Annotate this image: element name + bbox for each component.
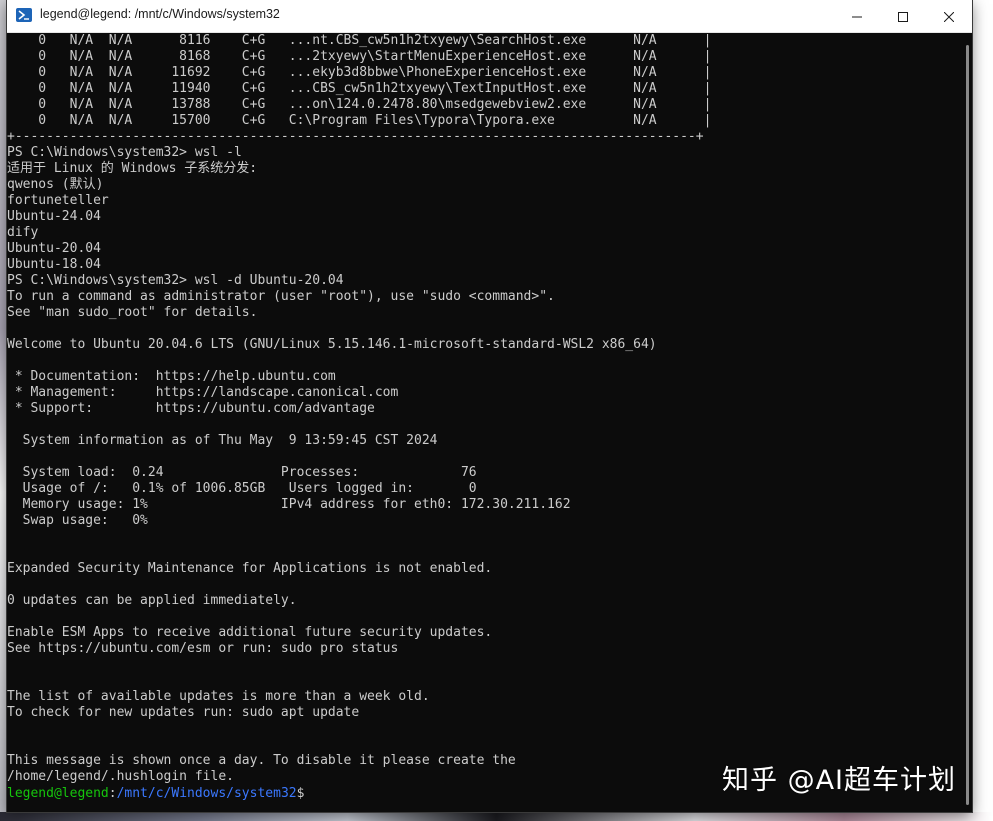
terminal-line: fortuneteller: [7, 193, 109, 208]
terminal-line: System information as of Thu May 9 13:59…: [7, 433, 438, 448]
terminal-line: * Management: https://landscape.canonica…: [7, 385, 399, 400]
terminal-line: qwenos (默认): [7, 177, 104, 192]
terminal-line: 0 N/A N/A 8116 C+G ...nt.CBS_cw5n1h2txye…: [7, 33, 712, 48]
terminal-line: 0 N/A N/A 11692 C+G ...ekyb3d8bbwe\Phone…: [7, 65, 712, 80]
terminal-line: PS C:\Windows\system32> wsl -d Ubuntu-20…: [7, 273, 344, 288]
prompt-user-host: legend@legend: [7, 786, 109, 801]
terminal-output[interactable]: 0 N/A N/A 8116 C+G ...nt.CBS_cw5n1h2txye…: [7, 33, 957, 812]
terminal-line: System load: 0.24 Processes: 76: [7, 465, 477, 480]
desktop-background-bottom: [0, 812, 993, 821]
scrollbar[interactable]: [962, 33, 972, 812]
terminal-line: To check for new updates run: sudo apt u…: [7, 705, 360, 720]
terminal-line: * Support: https://ubuntu.com/advantage: [7, 401, 375, 416]
prompt-separator: :: [108, 786, 117, 801]
minimize-button[interactable]: [834, 0, 880, 32]
terminal-line: PS C:\Windows\system32> wsl -l: [7, 145, 242, 160]
terminal-line: 0 N/A N/A 8168 C+G ...2txyewy\StartMenuE…: [7, 49, 712, 64]
window-title: legend@legend: /mnt/c/Windows/system32: [40, 7, 280, 21]
terminal-line: dify: [7, 225, 39, 240]
powershell-icon: [16, 8, 32, 22]
terminal-line: Enable ESM Apps to receive additional fu…: [7, 625, 493, 640]
close-icon: [943, 7, 955, 26]
terminal-line: 0 N/A N/A 15700 C+G C:\Program Files\Typ…: [7, 113, 712, 128]
terminal-line: This message is shown once a day. To dis…: [7, 753, 516, 768]
prompt-path: /mnt/c/Windows/system32: [116, 786, 297, 801]
maximize-icon: [898, 7, 908, 26]
background-window-right: [971, 0, 993, 821]
terminal-line: The list of available updates is more th…: [7, 689, 430, 704]
close-button[interactable]: [926, 0, 972, 32]
terminal-line: * Documentation: https://help.ubuntu.com: [7, 369, 336, 384]
terminal-window: legend@legend: /mnt/c/Windows/system32 0…: [7, 0, 972, 812]
terminal-line: 0 N/A N/A 13788 C+G ...on\124.0.2478.80\…: [7, 97, 712, 112]
terminal-line: /home/legend/.hushlogin file.: [7, 769, 234, 784]
terminal-line: Usage of /: 0.1% of 1006.85GB Users logg…: [7, 481, 477, 496]
terminal-line: +---------------------------------------…: [7, 129, 704, 144]
terminal-line: 适用于 Linux 的 Windows 子系统分发:: [7, 161, 258, 176]
terminal-line: See https://ubuntu.com/esm or run: sudo …: [7, 641, 399, 656]
terminal-line: 0 updates can be applied immediately.: [7, 593, 297, 608]
terminal-line: Ubuntu-24.04: [7, 209, 101, 224]
prompt-symbol: $: [296, 786, 305, 801]
terminal-line: See "man sudo_root" for details.: [7, 305, 258, 320]
terminal-line: Expanded Security Maintenance for Applic…: [7, 561, 493, 576]
maximize-button[interactable]: [880, 0, 926, 32]
terminal-line: Welcome to Ubuntu 20.04.6 LTS (GNU/Linux…: [7, 337, 657, 352]
title-bar[interactable]: legend@legend: /mnt/c/Windows/system32: [7, 0, 972, 33]
shell-prompt: legend@legend:/mnt/c/Windows/system32$: [7, 785, 312, 801]
scrollbar-thumb[interactable]: [966, 45, 969, 805]
terminal-line: Ubuntu-20.04: [7, 241, 101, 256]
terminal-line: To run a command as administrator (user …: [7, 289, 555, 304]
terminal-line: 0 N/A N/A 11940 C+G ...CBS_cw5n1h2txyewy…: [7, 81, 712, 96]
terminal-line: Memory usage: 1% IPv4 address for eth0: …: [7, 497, 571, 512]
terminal-line: Ubuntu-18.04: [7, 257, 101, 272]
terminal-line: Swap usage: 0%: [7, 513, 148, 528]
minimize-icon: [852, 7, 862, 26]
watermark-text: 知乎 @AI超车计划: [722, 765, 957, 796]
